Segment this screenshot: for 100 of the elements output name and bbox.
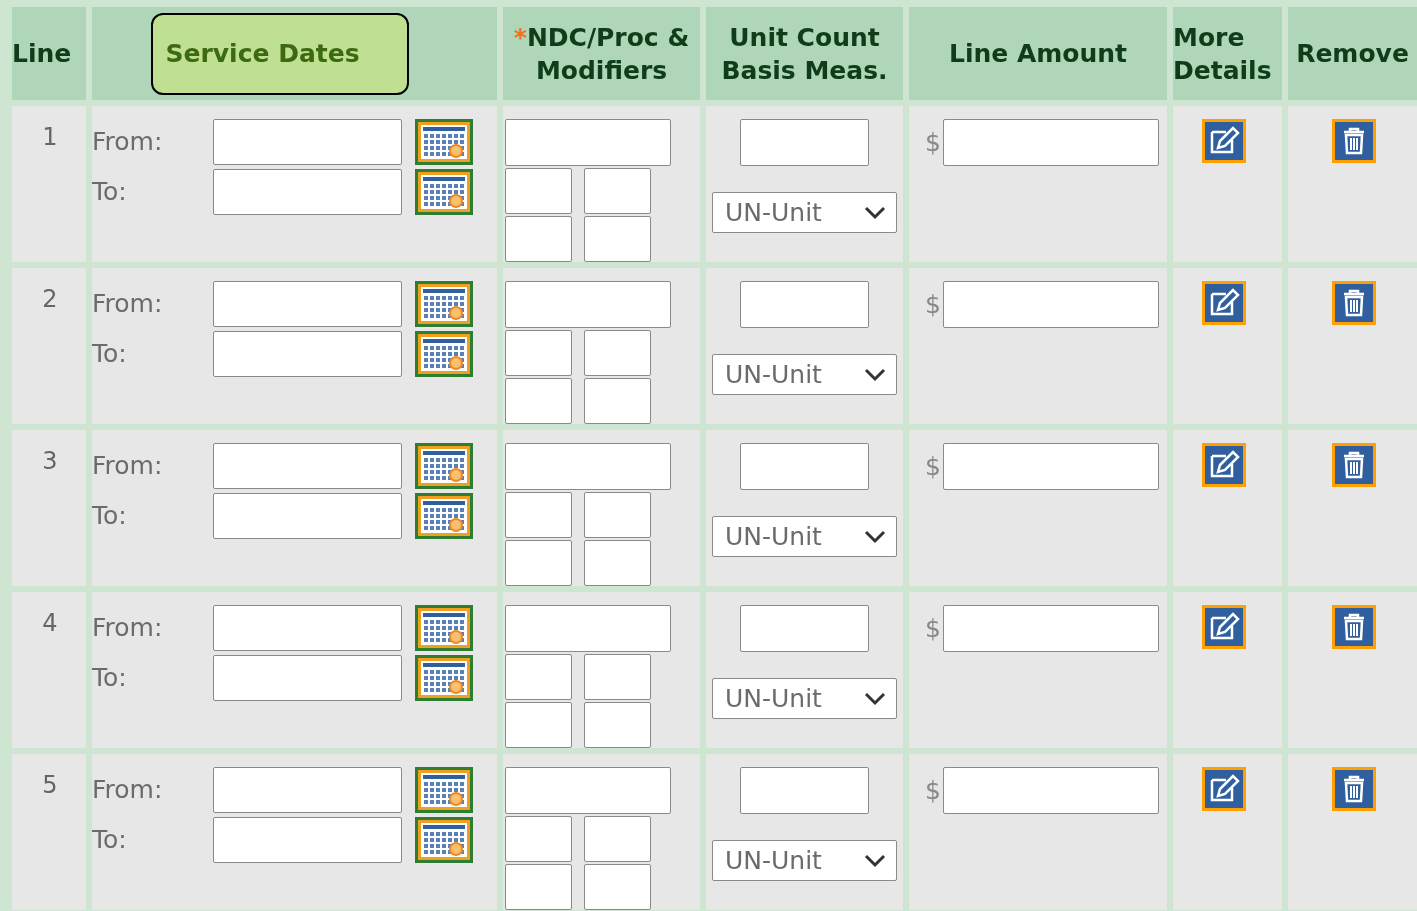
calendar-icon[interactable]: [414, 442, 474, 490]
modifier-field[interactable]: [505, 654, 572, 700]
trash-icon[interactable]: [1330, 280, 1377, 326]
code-field[interactable]: [505, 767, 671, 814]
field-label: From:: [92, 450, 164, 483]
modifier-field[interactable]: [505, 864, 572, 910]
amount-field[interactable]: [942, 443, 1159, 490]
trash-icon[interactable]: [1330, 118, 1377, 164]
date-field[interactable]: [213, 443, 402, 489]
modifier-field[interactable]: [505, 378, 572, 424]
date-field[interactable]: [213, 331, 402, 377]
trash-icon[interactable]: [1330, 604, 1377, 650]
caret-icon: [864, 205, 886, 220]
modifier-field[interactable]: [584, 654, 651, 700]
edit-icon[interactable]: [1200, 766, 1247, 812]
code-field[interactable]: [505, 119, 671, 166]
edit-icon[interactable]: [1200, 604, 1247, 650]
amount-field[interactable]: [942, 281, 1159, 328]
column-header: Unit Count Basis Meas.: [720, 21, 889, 87]
unit-dropdown[interactable]: UN-Unit: [712, 192, 897, 233]
trash-icon[interactable]: [1330, 442, 1377, 488]
modifier-field[interactable]: [505, 816, 572, 862]
calendar-icon[interactable]: [414, 816, 474, 864]
modifier-field[interactable]: [505, 702, 572, 748]
unit-dropdown[interactable]: UN-Unit: [712, 840, 897, 881]
modifier-field[interactable]: [505, 330, 572, 376]
field-label: From:: [92, 126, 164, 159]
line-number: 1: [41, 122, 58, 152]
calendar-icon[interactable]: [414, 280, 474, 328]
amount-field[interactable]: [942, 605, 1159, 652]
currency-symbol: $: [925, 289, 941, 321]
modifier-field[interactable]: [505, 216, 572, 262]
date-field[interactable]: [213, 119, 402, 165]
currency-symbol: $: [925, 451, 941, 483]
trash-icon[interactable]: [1330, 766, 1377, 812]
modifier-field[interactable]: [584, 540, 651, 586]
currency-symbol: $: [925, 613, 941, 645]
modifier-field[interactable]: [584, 378, 651, 424]
column-header: Remove: [1296, 38, 1409, 70]
date-field[interactable]: [213, 817, 402, 863]
modifier-field[interactable]: [584, 492, 651, 538]
field-label: To:: [92, 500, 128, 533]
modifier-field[interactable]: [584, 702, 651, 748]
caret-icon: [864, 853, 886, 868]
date-field[interactable]: [213, 281, 402, 327]
field-label: To:: [92, 662, 128, 695]
edit-icon[interactable]: [1200, 442, 1247, 488]
modifier-field[interactable]: [505, 168, 572, 214]
count-field[interactable]: [740, 605, 869, 652]
column-header: *NDC/Proc & Modifiers: [512, 21, 691, 87]
currency-symbol: $: [925, 127, 941, 159]
code-field[interactable]: [505, 605, 671, 652]
modifier-field[interactable]: [584, 330, 651, 376]
calendar-icon[interactable]: [414, 766, 474, 814]
count-field[interactable]: [740, 281, 869, 328]
modifier-field[interactable]: [505, 540, 572, 586]
unit-dropdown[interactable]: UN-Unit: [712, 516, 897, 557]
modifier-field[interactable]: [584, 216, 651, 262]
date-field[interactable]: [213, 605, 402, 651]
calendar-icon[interactable]: [414, 330, 474, 378]
caret-icon: [864, 691, 886, 706]
calendar-icon[interactable]: [414, 168, 474, 216]
caret-icon: [864, 529, 886, 544]
calendar-icon[interactable]: [414, 604, 474, 652]
date-field[interactable]: [213, 169, 402, 215]
code-field[interactable]: [505, 281, 671, 328]
field-label: To:: [92, 176, 128, 209]
calendar-icon[interactable]: [414, 118, 474, 166]
column-header[interactable]: Service Dates: [150, 12, 409, 95]
date-field[interactable]: [213, 493, 402, 539]
edit-icon[interactable]: [1200, 118, 1247, 164]
code-field[interactable]: [505, 443, 671, 490]
column-header: More Details: [1173, 21, 1273, 87]
edit-icon[interactable]: [1200, 280, 1247, 326]
date-field[interactable]: [213, 655, 402, 701]
modifier-field[interactable]: [505, 492, 572, 538]
line-number: 2: [41, 284, 58, 314]
modifier-field[interactable]: [584, 864, 651, 910]
field-label: From:: [92, 288, 164, 321]
calendar-icon[interactable]: [414, 492, 474, 540]
count-field[interactable]: [740, 443, 869, 490]
field-label: To:: [92, 824, 128, 857]
calendar-icon[interactable]: [414, 654, 474, 702]
unit-dropdown[interactable]: UN-Unit: [712, 678, 897, 719]
caret-icon: [864, 367, 886, 382]
unit-dropdown[interactable]: UN-Unit: [712, 354, 897, 395]
column-header: Line Amount: [948, 38, 1128, 70]
modifier-field[interactable]: [584, 816, 651, 862]
date-field[interactable]: [213, 767, 402, 813]
modifier-field[interactable]: [584, 168, 651, 214]
field-label: From:: [92, 612, 164, 645]
column-header: Line: [12, 38, 72, 70]
count-field[interactable]: [740, 767, 869, 814]
field-label: From:: [92, 774, 164, 807]
amount-field[interactable]: [942, 119, 1159, 166]
line-number: 5: [41, 770, 58, 800]
amount-field[interactable]: [942, 767, 1159, 814]
field-label: To:: [92, 338, 128, 371]
count-field[interactable]: [740, 119, 869, 166]
line-number: 3: [41, 446, 58, 476]
